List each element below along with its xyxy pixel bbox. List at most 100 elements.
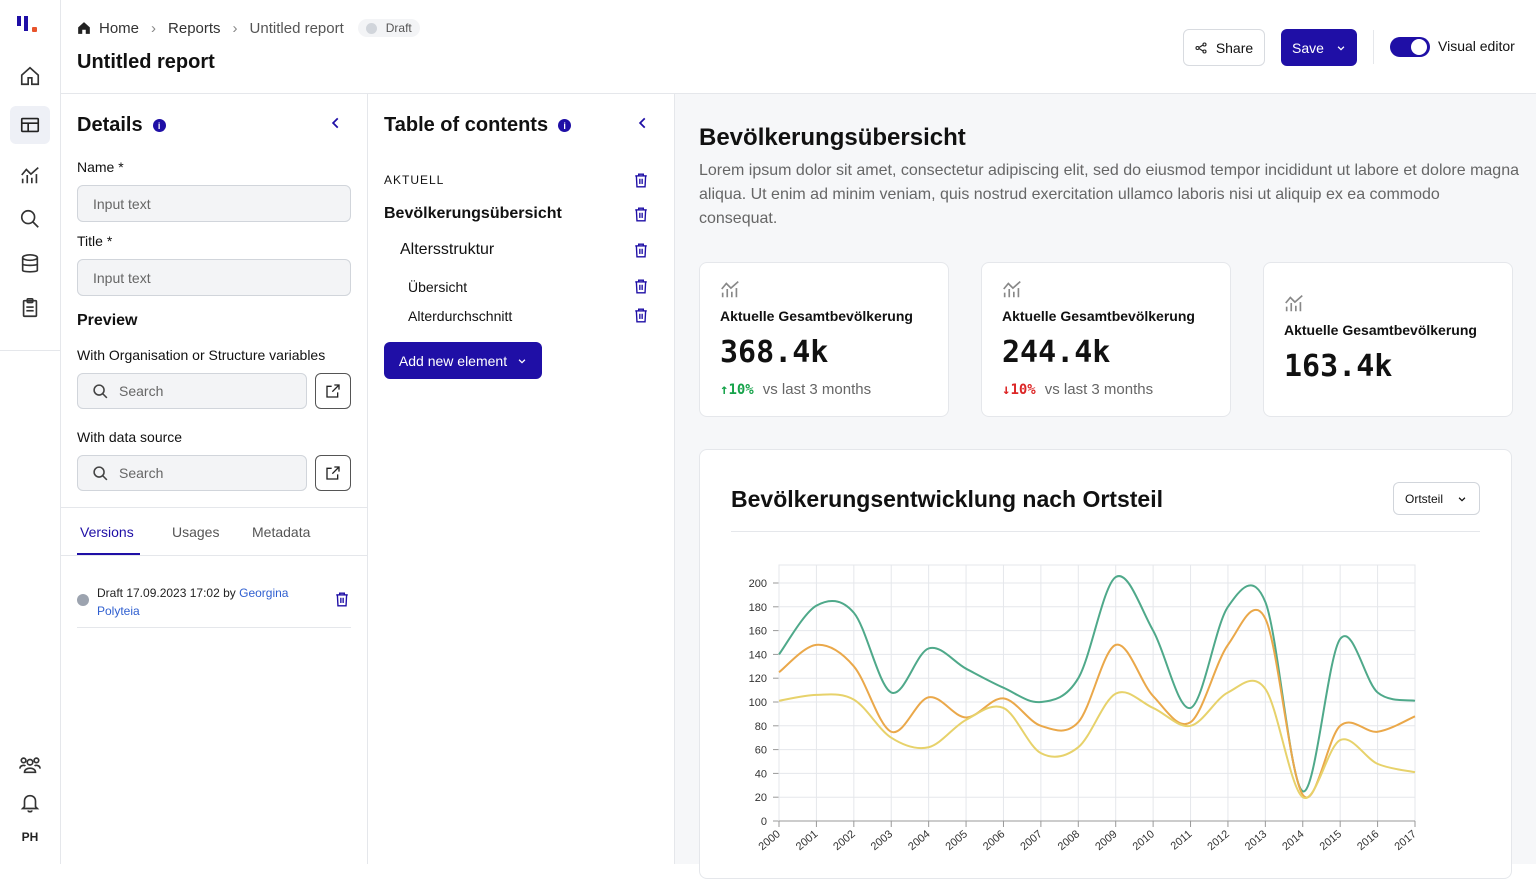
y-tick-label: 160 <box>749 626 767 638</box>
preview-title: Preview <box>77 312 138 329</box>
section-description: Lorem ipsum dolor sit amet, consectetur … <box>699 162 1519 227</box>
external-link-icon[interactable] <box>315 455 351 491</box>
title-field[interactable]: Input text <box>77 259 351 296</box>
toc-item-bevoelkerungsuebersicht[interactable]: Bevölkerungsübersicht <box>384 205 562 223</box>
home-crumb-icon <box>78 22 90 34</box>
toc-title: Table of contents i <box>384 114 572 137</box>
source-search-input[interactable]: Search <box>77 455 307 491</box>
y-tick-label: 80 <box>755 721 767 733</box>
version-text: Draft 17.09.2023 17:02 by Georgina Polyt… <box>97 584 307 620</box>
kpi-value: 163.4k <box>1284 349 1393 384</box>
toc-item-uebersicht[interactable]: Übersicht <box>408 279 467 295</box>
breadcrumb-home[interactable]: Home <box>99 20 139 37</box>
kpi-label: Aktuelle Gesamtbevölkerung <box>1002 308 1195 324</box>
toc-title-text: Table of contents <box>384 114 549 136</box>
version-row[interactable]: Draft 17.09.2023 17:02 by Georgina Polyt… <box>77 581 351 628</box>
add-element-button[interactable]: Add new element <box>384 342 542 379</box>
kpi-change-down: ↓10% <box>1002 381 1036 398</box>
x-tick-label: 2013 <box>1243 828 1269 853</box>
name-field[interactable]: Input text <box>77 185 351 222</box>
section-title: Bevölkerungsübersicht <box>699 124 966 151</box>
toc-item-alterdurchschnitt[interactable]: Alterdurchschnitt <box>408 308 512 324</box>
kpi-card[interactable]: Aktuelle Gesamtbevölkerung 244.4k ↓10% v… <box>981 262 1231 417</box>
x-tick-label: 2000 <box>756 828 782 853</box>
collapse-toc-icon[interactable] <box>636 114 650 135</box>
add-element-label: Add new element <box>398 352 508 369</box>
analytics-icon <box>1285 295 1303 312</box>
database-icon[interactable] <box>10 245 50 283</box>
header-divider <box>1373 30 1374 64</box>
app-logo[interactable] <box>17 16 43 36</box>
version-status-dot <box>77 594 89 606</box>
bell-icon[interactable] <box>10 784 50 822</box>
toc-section-label: AKTUELL <box>384 173 445 187</box>
share-button[interactable]: Share <box>1183 29 1265 66</box>
trash-icon[interactable] <box>335 592 349 612</box>
tab-versions[interactable]: Versions <box>80 524 134 540</box>
clipboard-icon[interactable] <box>10 289 50 327</box>
external-link-icon[interactable] <box>315 373 351 409</box>
layout-icon[interactable] <box>10 106 50 144</box>
status-dot <box>365 22 377 34</box>
trash-icon[interactable] <box>634 308 648 328</box>
toggle-knob <box>1411 39 1427 55</box>
analytics-icon[interactable] <box>10 156 50 194</box>
trash-icon[interactable] <box>634 243 648 263</box>
home-icon[interactable] <box>10 57 50 95</box>
report-canvas: Bevölkerungsübersicht Lorem ipsum dolor … <box>675 94 1536 879</box>
x-tick-label: 2007 <box>1018 828 1044 853</box>
tab-metadata[interactable]: Metadata <box>252 524 310 540</box>
breadcrumb-reports[interactable]: Reports <box>168 20 221 37</box>
chevron-right-icon: › <box>232 19 238 37</box>
toc-item-altersstruktur[interactable]: Altersstruktur <box>400 241 494 259</box>
page-title: Untitled report <box>77 51 215 73</box>
org-search-placeholder: Search <box>119 383 164 399</box>
active-tab-indicator <box>77 553 140 555</box>
visual-editor-toggle[interactable] <box>1390 37 1430 57</box>
kpi-card[interactable]: Aktuelle Gesamtbevölkerung 368.4k ↑10% v… <box>699 262 949 417</box>
share-icon <box>1195 41 1207 54</box>
breadcrumb-current: Untitled report <box>249 19 344 37</box>
x-tick-label: 2006 <box>981 828 1007 853</box>
save-button[interactable]: Save <box>1281 29 1357 66</box>
kpi-compare: vs last 3 months <box>1044 381 1154 398</box>
x-tick-label: 2008 <box>1056 828 1082 853</box>
x-tick-label: 2004 <box>906 828 932 853</box>
nav-rail: PH <box>0 0 61 864</box>
y-tick-label: 140 <box>749 649 767 661</box>
kpi-value: 244.4k <box>1002 335 1111 370</box>
y-tick-label: 120 <box>749 673 767 685</box>
x-tick-label: 2012 <box>1205 828 1231 853</box>
org-search-input[interactable]: Search <box>77 373 307 409</box>
kpi-change-up: ↑10% <box>720 381 754 398</box>
trash-icon[interactable] <box>634 279 648 299</box>
kpi-label: Aktuelle Gesamtbevölkerung <box>1284 322 1477 338</box>
chevron-right-icon: › <box>151 19 157 37</box>
trash-icon[interactable] <box>634 207 648 227</box>
breadcrumb: Home › Reports › Untitled report Draft <box>77 18 420 38</box>
trash-icon[interactable] <box>634 173 648 193</box>
x-tick-label: 2015 <box>1318 828 1344 853</box>
x-tick-label: 2002 <box>831 828 857 853</box>
info-icon[interactable]: i <box>152 119 166 132</box>
save-label: Save <box>1292 39 1324 56</box>
users-icon[interactable] <box>10 746 50 784</box>
user-avatar[interactable]: PH <box>0 830 60 844</box>
tab-usages[interactable]: Usages <box>172 524 219 540</box>
kpi-card[interactable]: Aktuelle Gesamtbevölkerung 163.4k <box>1263 262 1513 417</box>
y-tick-label: 200 <box>749 578 767 590</box>
kpi-change-percent: 10% <box>728 381 754 398</box>
y-tick-label: 20 <box>755 792 767 804</box>
data-source-label: With data source <box>77 429 183 445</box>
details-title: Details i <box>77 114 166 137</box>
status-badge: Draft <box>357 19 420 37</box>
collapse-details-icon[interactable] <box>329 114 343 135</box>
search-icon[interactable] <box>10 200 50 238</box>
analytics-icon <box>1003 281 1021 298</box>
info-icon[interactable]: i <box>558 119 572 132</box>
x-tick-label: 2014 <box>1280 828 1306 853</box>
series-line-2 <box>778 609 1416 799</box>
kpi-change: ↓10% vs last 3 months <box>1002 381 1153 398</box>
x-tick-label: 2003 <box>869 828 895 853</box>
series-line-1 <box>778 575 1416 793</box>
